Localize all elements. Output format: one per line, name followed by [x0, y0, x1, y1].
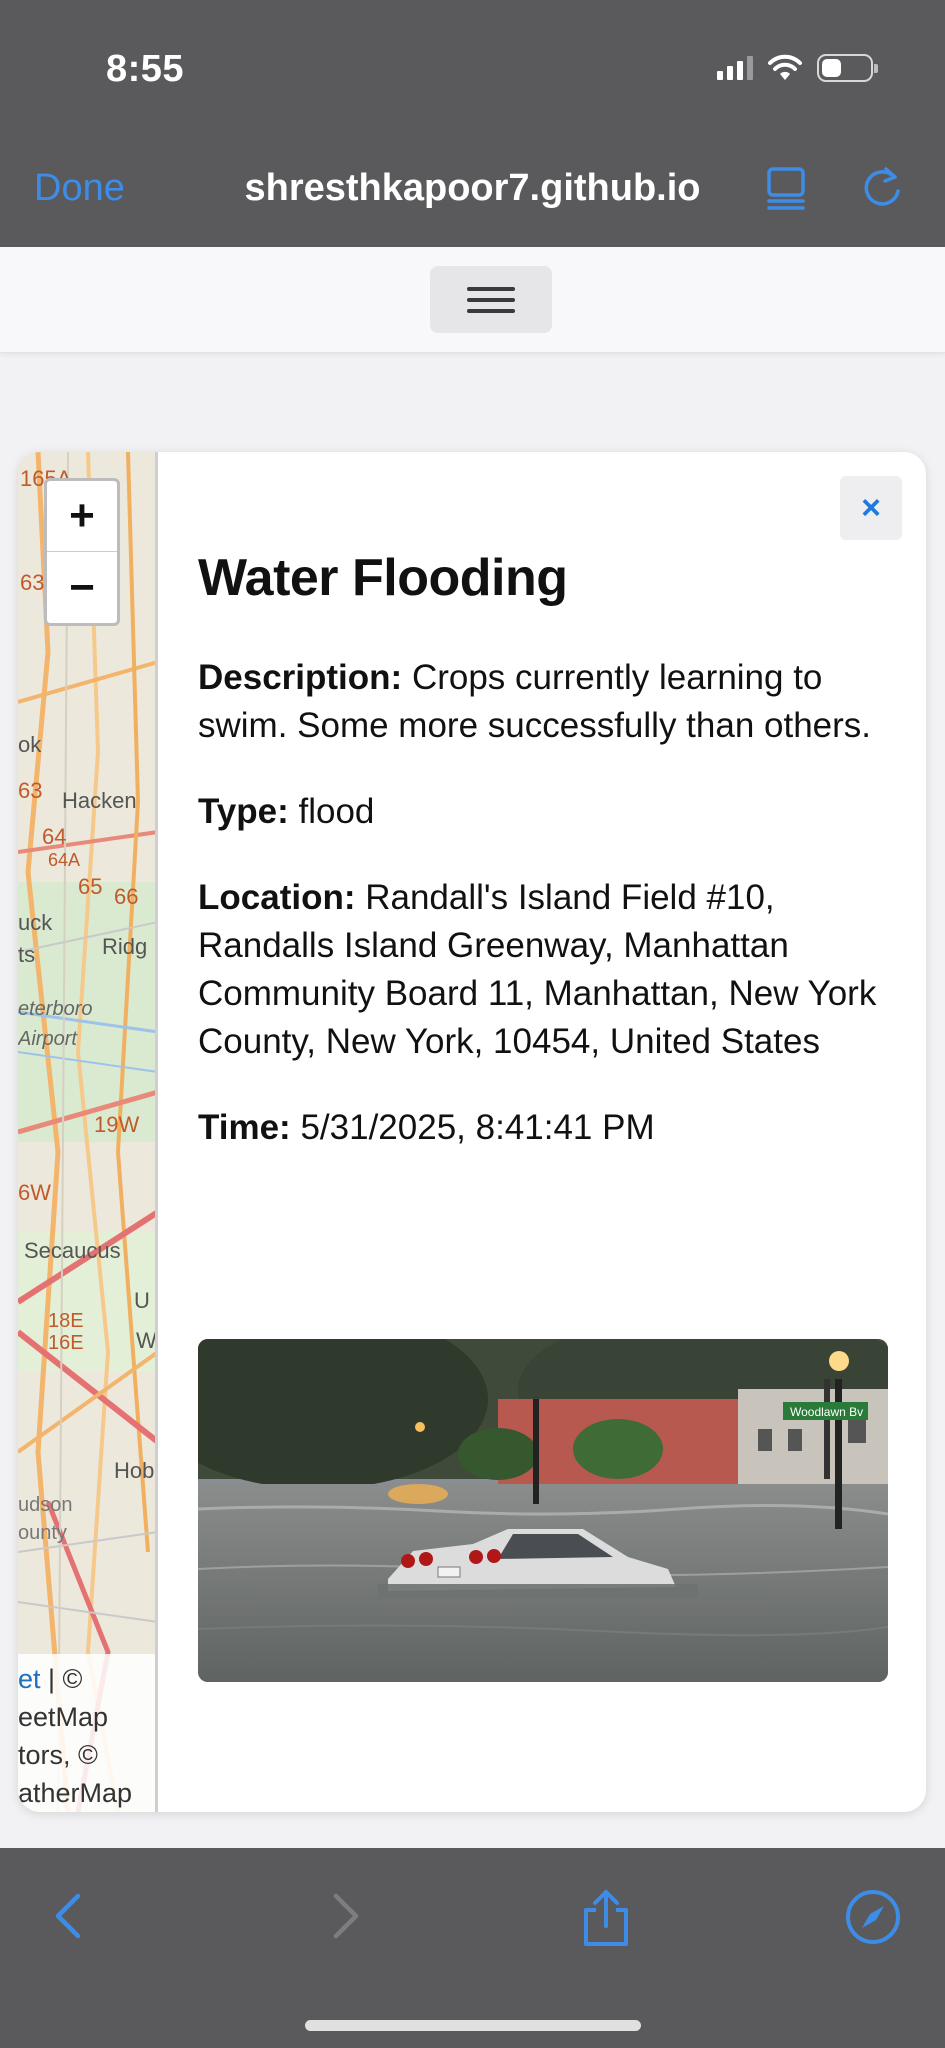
location-field: Location: Randall's Island Field #10, Ra…: [198, 878, 877, 1061]
map-label: 18E: [48, 1310, 84, 1332]
map-label: Hob: [114, 1458, 155, 1483]
map-attribution: et | © eetMap tors, © atherMap: [18, 1654, 155, 1812]
map-label: 63: [20, 570, 45, 595]
map-label: ounty: [18, 1522, 67, 1544]
map-panel[interactable]: 165A 63 ok 63 Hacken 64 64A 65 66 uck ts…: [18, 452, 158, 1812]
browser-bottom-toolbar: [0, 1848, 945, 2048]
zoom-out-button[interactable]: −: [47, 552, 117, 623]
reader-mode-icon[interactable]: [762, 163, 810, 211]
reload-icon[interactable]: [858, 163, 906, 211]
map-label: Ridg: [102, 934, 148, 959]
zoom-in-button[interactable]: +: [47, 481, 117, 552]
street-sign-text: Woodlawn Bv: [790, 1405, 863, 1419]
map-label: 16E: [48, 1332, 84, 1354]
map-label: udson: [18, 1494, 73, 1516]
time-value: 5/31/2025, 8:41:41 PM: [300, 1108, 655, 1147]
map-label: Hacken: [62, 788, 137, 813]
map-label: 64A: [48, 850, 81, 870]
map-label: 19W: [94, 1112, 140, 1137]
map-label: eterboro: [18, 998, 93, 1020]
wifi-icon: [768, 54, 802, 80]
type-value: flood: [298, 792, 375, 831]
compass-icon[interactable]: [844, 1888, 902, 1946]
map-label: 63: [18, 778, 43, 803]
hazard-popup-card: 165A 63 ok 63 Hacken 64 64A 65 66 uck ts…: [18, 452, 926, 1812]
status-icons: [717, 54, 878, 82]
close-button[interactable]: ×: [840, 476, 902, 540]
type-field: Type: flood: [198, 792, 375, 831]
battery-icon: [817, 54, 878, 82]
map-zoom-control: + −: [44, 478, 120, 626]
hazard-title: Water Flooding: [198, 549, 568, 607]
attribution-link[interactable]: et: [18, 1664, 41, 1694]
back-icon[interactable]: [42, 1888, 98, 1944]
map-label: 65: [78, 874, 103, 899]
home-indicator: [305, 2020, 641, 2031]
browser-toolbar: Done shresthkapoor7.github.io: [0, 125, 945, 247]
map-label: 66: [114, 884, 139, 909]
status-time: 8:55: [106, 48, 185, 90]
status-bar: 8:55: [0, 0, 945, 125]
hazard-details: Water Flooding Description: Crops curren…: [198, 548, 898, 1190]
map-label: ok: [18, 732, 42, 757]
cellular-signal-icon: [717, 56, 753, 80]
map-label: 64: [42, 824, 67, 849]
map-label: uck: [18, 910, 53, 935]
share-icon[interactable]: [576, 1888, 636, 1948]
map-label: Airport: [18, 1028, 77, 1050]
flood-photo: Woodlawn Bv: [198, 1339, 888, 1682]
map-label: W: [136, 1328, 157, 1353]
description-field: Description: Crops currently learning to…: [198, 658, 872, 745]
site-header: [0, 247, 945, 353]
map-label: Secaucus: [24, 1238, 121, 1263]
hamburger-menu-button[interactable]: [430, 266, 552, 333]
map-label: ts: [18, 942, 36, 967]
map-label: 6W: [18, 1180, 51, 1205]
map-label: U: [134, 1288, 150, 1313]
time-field: Time: 5/31/2025, 8:41:41 PM: [198, 1108, 655, 1147]
forward-icon[interactable]: [316, 1888, 372, 1944]
